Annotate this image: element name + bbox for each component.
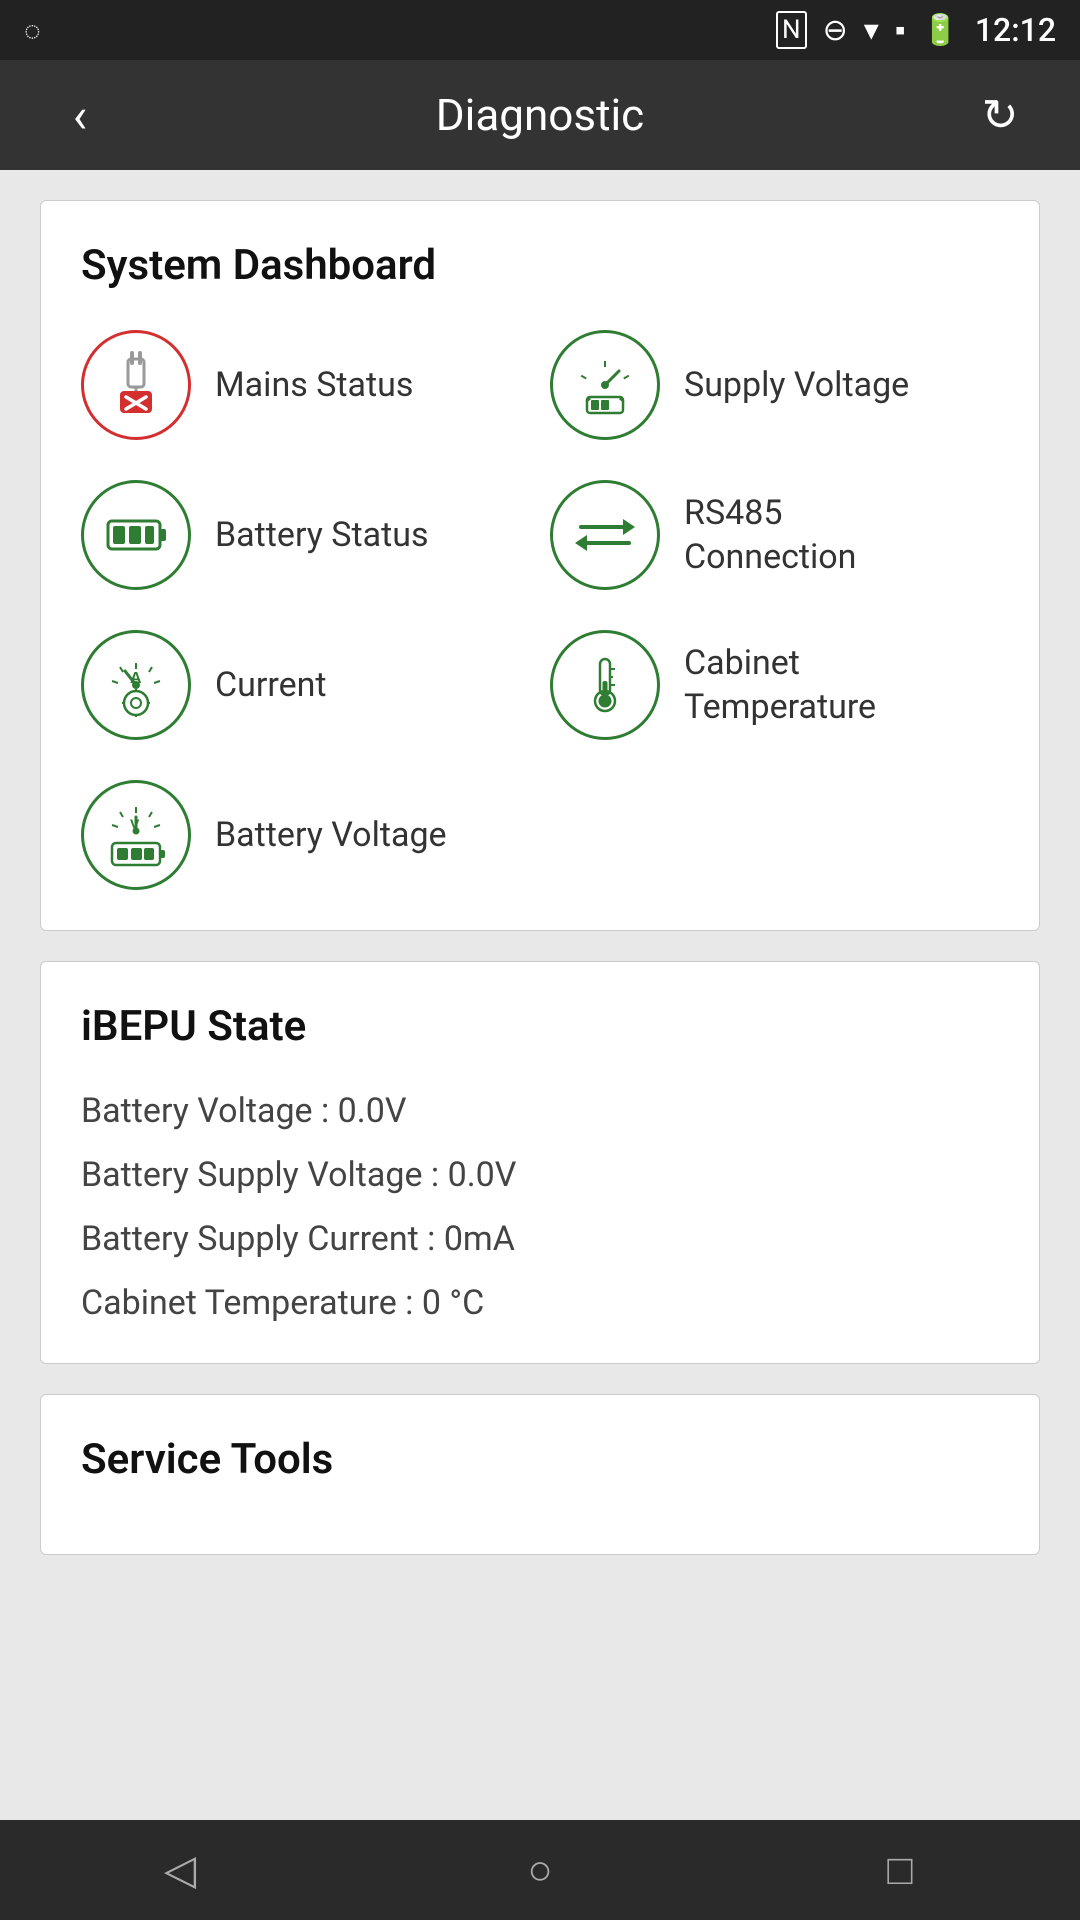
- battery-voltage-row: Battery Voltage : 0.0V: [81, 1091, 999, 1131]
- battery-voltage-item[interactable]: V Battery Voltage: [81, 780, 530, 890]
- rs485-icon-circle: [550, 480, 660, 590]
- ibepu-state-title: iBEPU State: [81, 1002, 999, 1051]
- cabinet-temp-label: Cabinet Temperature: [684, 641, 876, 729]
- home-nav-button[interactable]: ○: [480, 1846, 600, 1895]
- cabinet-temperature-item[interactable]: Cabinet Temperature: [550, 630, 999, 740]
- current-label: Current: [215, 663, 327, 707]
- top-nav: ‹ Diagnostic ↻: [0, 60, 1080, 170]
- battery-status-label: Battery Status: [215, 513, 429, 557]
- refresh-button[interactable]: ↻: [960, 89, 1040, 141]
- system-dashboard-title: System Dashboard: [81, 241, 999, 290]
- supply-voltage-icon-circle: [550, 330, 660, 440]
- status-time: 12:12: [975, 11, 1056, 49]
- cabinet-temp-icon: [569, 649, 641, 721]
- battery-supply-current-row: Battery Supply Current : 0mA: [81, 1219, 999, 1259]
- nfc-icon: N: [776, 11, 807, 49]
- ibepu-state-card: iBEPU State Battery Voltage : 0.0V Batte…: [40, 961, 1040, 1364]
- page-title: Diagnostic: [120, 89, 960, 141]
- supply-voltage-icon: [569, 349, 641, 421]
- status-bar-right: N ⊖ ▾ ▪ 🔋 12:12: [776, 11, 1056, 49]
- mains-status-icon-circle: [81, 330, 191, 440]
- rs485-connection-item[interactable]: RS485 Connection: [550, 480, 999, 590]
- dashboard-grid: Mains Status: [81, 330, 999, 890]
- battery-supply-voltage-row: Battery Supply Voltage : 0.0V: [81, 1155, 999, 1195]
- service-tools-card: Service Tools: [40, 1394, 1040, 1555]
- current-item[interactable]: A: [81, 630, 530, 740]
- battery-icon: 🔋: [921, 13, 958, 48]
- current-icon: A: [100, 649, 172, 721]
- recent-nav-button[interactable]: □: [840, 1846, 960, 1895]
- minus-icon: ⊖: [823, 13, 848, 48]
- rs485-label: RS485 Connection: [684, 491, 856, 579]
- page-content: System Dashboard: [0, 170, 1080, 1820]
- battery-status-icon-circle: [81, 480, 191, 590]
- back-button[interactable]: ‹: [40, 87, 120, 144]
- mains-icon: [100, 349, 172, 421]
- current-icon-circle: A: [81, 630, 191, 740]
- status-bar: ◌ N ⊖ ▾ ▪ 🔋 12:12: [0, 0, 1080, 60]
- ibepu-state-list: Battery Voltage : 0.0V Battery Supply Vo…: [81, 1091, 999, 1323]
- battery-status-item[interactable]: Battery Status: [81, 480, 530, 590]
- bottom-nav: ◁ ○ □: [0, 1820, 1080, 1920]
- cabinet-temp-icon-circle: [550, 630, 660, 740]
- system-dashboard-card: System Dashboard: [40, 200, 1040, 931]
- back-nav-button[interactable]: ◁: [120, 1845, 240, 1895]
- battery-status-icon: [100, 499, 172, 571]
- mains-status-label: Mains Status: [215, 363, 413, 407]
- status-bar-left: ◌: [24, 14, 41, 47]
- mains-status-item[interactable]: Mains Status: [81, 330, 530, 440]
- battery-voltage-icon: V: [100, 799, 172, 871]
- rs485-icon: [569, 499, 641, 571]
- battery-voltage-icon-circle: V: [81, 780, 191, 890]
- cabinet-temperature-row: Cabinet Temperature : 0 °C: [81, 1283, 999, 1323]
- wifi-icon: ▾: [864, 13, 879, 48]
- sim-icon: ▪: [895, 13, 906, 48]
- service-tools-title: Service Tools: [81, 1435, 999, 1484]
- battery-voltage-label: Battery Voltage: [215, 813, 447, 857]
- signal-icon: ◌: [24, 14, 41, 47]
- supply-voltage-item[interactable]: Supply Voltage: [550, 330, 999, 440]
- supply-voltage-label: Supply Voltage: [684, 363, 909, 407]
